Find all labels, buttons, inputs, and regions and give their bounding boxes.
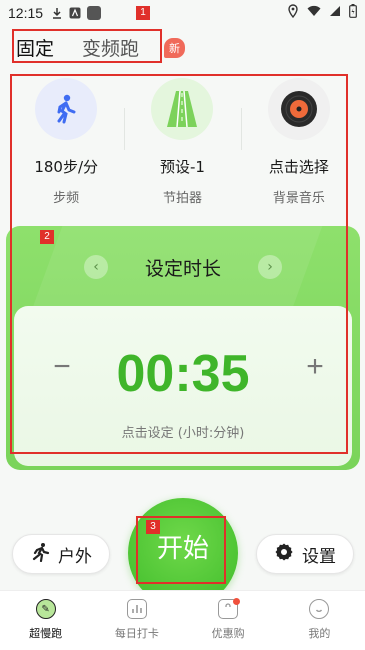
- signal-icon: [329, 5, 341, 21]
- annotation-badge-2: 2: [40, 230, 54, 244]
- gear-icon: [274, 542, 294, 567]
- outdoor-label: 户外: [58, 546, 92, 567]
- status-time: 12:15: [8, 5, 44, 21]
- nav-label-profile: 我的: [308, 627, 331, 640]
- smiley-face-icon: [309, 599, 330, 619]
- slow-run-icon: ✎: [35, 599, 56, 619]
- outdoor-button[interactable]: 户外: [12, 534, 110, 574]
- tab-variable-frequency[interactable]: 变频跑: [82, 34, 139, 61]
- cadence-value: 180步/分: [34, 158, 98, 176]
- preset-cadence[interactable]: 180步/分 步频: [8, 74, 124, 224]
- increase-duration-button[interactable]: +: [297, 350, 333, 384]
- settings-button[interactable]: 设置: [256, 534, 354, 574]
- runner-icon: [30, 542, 50, 567]
- music-value: 点击选择: [268, 158, 329, 176]
- nav-item-daily-checkin[interactable]: 每日打卡: [91, 591, 182, 650]
- status-bar: 12:15: [0, 0, 365, 26]
- preset-metronome[interactable]: 预设-1 节拍器: [124, 74, 240, 224]
- chevron-right-icon[interactable]: ›: [258, 255, 282, 279]
- download-icon: [51, 7, 63, 19]
- annotation-badge-3: 3: [146, 520, 160, 534]
- running-track-icon: [151, 78, 214, 140]
- metronome-value: 预设-1: [160, 158, 205, 176]
- preset-music[interactable]: 点击选择 背景音乐: [240, 74, 357, 224]
- vinyl-record-icon: [267, 78, 330, 140]
- duration-card: ‹ 设定时长 › − 00:35 + 点击设定 (小时:分钟): [6, 226, 360, 470]
- cadence-caption: 步频: [53, 191, 80, 206]
- duration-panel[interactable]: − 00:35 + 点击设定 (小时:分钟): [14, 306, 352, 466]
- preset-row: 180步/分 步频 预设-1 节拍器 点击选择 背景音乐: [8, 74, 357, 224]
- mode-tabs: 固定 变频跑: [16, 32, 139, 62]
- metronome-caption: 节拍器: [162, 191, 202, 206]
- duration-title: 设定时长: [144, 257, 221, 280]
- nav-label-deals: 优惠购: [211, 627, 245, 640]
- nav-label-daily-checkin: 每日打卡: [114, 627, 159, 640]
- nav-item-deals[interactable]: 优惠购: [183, 591, 274, 650]
- tab-fixed[interactable]: 固定: [16, 34, 54, 61]
- bottom-nav: ✎ 超慢跑 每日打卡 优惠购 我的: [0, 590, 365, 650]
- duration-header: ‹ 设定时长 ›: [6, 250, 360, 284]
- chevron-left-icon[interactable]: ‹: [84, 255, 108, 279]
- bar-chart-icon: [126, 599, 147, 619]
- app-a-icon: [69, 7, 81, 19]
- battery-icon: [349, 4, 357, 22]
- walking-person-icon: [35, 78, 98, 140]
- settings-label: 设置: [302, 546, 336, 567]
- nav-label-slow-run: 超慢跑: [29, 627, 63, 640]
- annotation-badge-1: 1: [136, 6, 150, 20]
- start-label: 开始: [156, 533, 209, 564]
- location-icon: [287, 4, 299, 22]
- music-caption: 背景音乐: [272, 191, 325, 206]
- new-badge: 新: [164, 38, 185, 58]
- notification-dot: [232, 598, 240, 605]
- nav-item-profile[interactable]: 我的: [274, 591, 365, 650]
- wifi-icon: [307, 5, 321, 21]
- app-square-icon: [87, 6, 102, 20]
- nav-item-slow-run[interactable]: ✎ 超慢跑: [0, 591, 91, 650]
- duration-hint: 点击设定 (小时:分钟): [121, 426, 245, 441]
